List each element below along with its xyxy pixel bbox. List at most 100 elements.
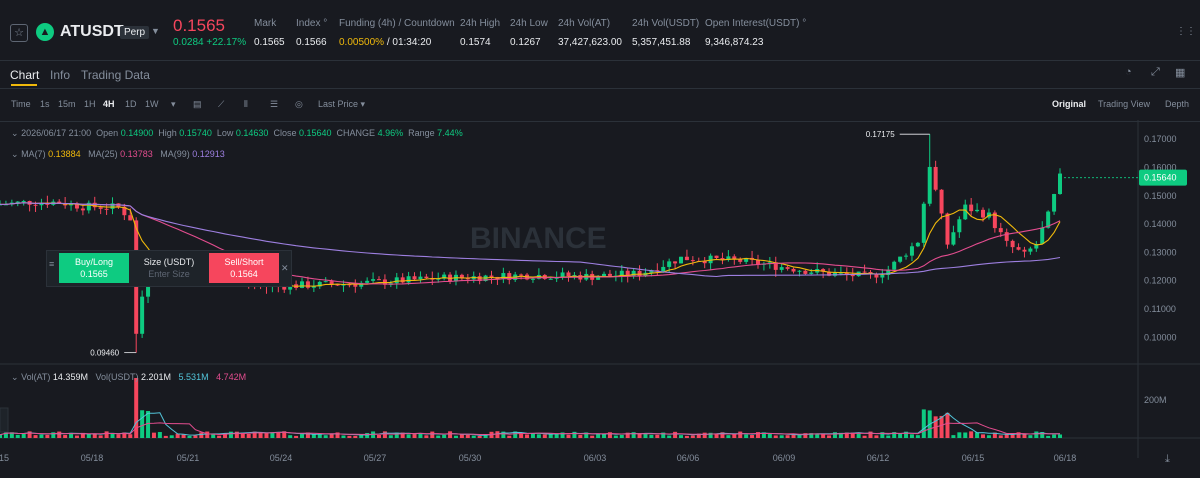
alert-bell-icon[interactable]: ◔	[1125, 66, 1132, 78]
volume-bar	[619, 434, 624, 438]
tab-trading-data[interactable]: Trading Data	[81, 68, 150, 82]
candle-body	[98, 207, 103, 209]
volume-bar	[773, 435, 778, 438]
volume-bar	[246, 434, 251, 438]
volume-bar	[436, 435, 441, 438]
volume-bar	[217, 435, 222, 438]
candle-body	[892, 261, 897, 270]
candle-body	[80, 208, 85, 211]
volume-bar	[548, 434, 553, 438]
view-original[interactable]: Original	[1052, 99, 1086, 109]
ohlc-date: 2026/06/17 21:00	[21, 128, 92, 138]
price-tick-label: 0.15000	[1144, 191, 1177, 201]
candle-body	[418, 276, 423, 280]
stat-mark-label: Mark	[254, 18, 277, 29]
candle-body	[353, 284, 358, 287]
drawing-tools-icon[interactable]: ☰	[270, 99, 278, 110]
interval-1d[interactable]: 1D	[125, 99, 137, 109]
candle-body	[797, 270, 802, 272]
volume-bar	[649, 434, 654, 438]
layout-icon[interactable]: ▦	[1175, 66, 1185, 79]
x-tick-label: 06/12	[867, 453, 890, 463]
sell-short-button[interactable]: Sell/Short 0.1564	[209, 253, 279, 283]
price-type-select[interactable]: Last Price ▾	[318, 99, 365, 110]
interval-1s[interactable]: 1s	[40, 99, 50, 109]
candle-body	[412, 276, 417, 280]
collapse-icon: ⌄	[11, 149, 19, 159]
calendar-icon[interactable]: ▤	[193, 99, 202, 110]
chart-tabs: Chart Info Trading Data ◔ ⤢ ▦	[0, 60, 1200, 88]
candle-body	[365, 280, 370, 283]
buy-long-button[interactable]: Buy/Long 0.1565	[59, 253, 129, 283]
candle-body	[489, 275, 494, 277]
expand-icon[interactable]: ⤢	[1151, 66, 1160, 79]
volume-bar	[228, 431, 233, 438]
volume-bar	[181, 434, 186, 438]
stat-high-label: 24h High	[460, 18, 501, 29]
volume-bar	[157, 432, 162, 438]
view-depth[interactable]: Depth	[1165, 99, 1189, 109]
candle-body	[1010, 240, 1015, 248]
favorite-star-icon[interactable]: ☆	[10, 24, 28, 42]
interval-15m[interactable]: 15m	[58, 99, 76, 109]
volume-bar	[471, 435, 476, 438]
interval-1w[interactable]: 1W	[145, 99, 159, 109]
coin-logo-icon: ▲	[36, 23, 54, 41]
ma25-label: MA(25)	[88, 149, 118, 159]
settings-icon[interactable]: ◎	[295, 99, 303, 110]
stat-low-label: 24h Low	[510, 18, 548, 29]
indicator-icon[interactable]: ⟋	[218, 99, 224, 110]
volume-bar	[418, 433, 423, 438]
interval-4h[interactable]: 4H	[103, 99, 115, 109]
volume-bar	[726, 435, 731, 438]
close-icon[interactable]: ✕	[281, 263, 289, 274]
volume-bar	[998, 435, 1003, 438]
stat-funding-value: 0.00500% / 01:34:20	[339, 37, 432, 48]
volume-bar	[128, 434, 133, 438]
stat-vol-usdt-value: 5,357,451.88	[632, 37, 691, 48]
candle-type-icon[interactable]: ⫴	[244, 99, 248, 110]
price-change: 0.0284 +22.17%	[173, 37, 247, 48]
ticker-header: ☆ ▲ ATUSDT Perp ▼ 0.1565 0.0284 +22.17% …	[0, 0, 1200, 61]
interval-1h[interactable]: 1H	[84, 99, 96, 109]
candle-body	[104, 208, 109, 210]
stat-index-label[interactable]: Index °	[296, 18, 327, 29]
stat-funding-label[interactable]: Funding (4h) / Countdown	[339, 18, 455, 29]
more-stats-icon[interactable]: ⋮⋮	[1176, 26, 1196, 37]
candle-body	[957, 219, 962, 233]
volume-bar	[1010, 434, 1015, 438]
symbol-dropdown-icon[interactable]: ▼	[151, 26, 160, 36]
volume-bar	[596, 433, 601, 438]
candle-body	[1052, 194, 1057, 212]
x-tick-label: 06/18	[1054, 453, 1077, 463]
volume-bar	[744, 434, 749, 438]
stat-oi-label[interactable]: Open Interest(USDT) °	[705, 18, 806, 29]
candle-body	[501, 273, 506, 280]
candle-body	[969, 204, 974, 212]
volume-bar	[797, 435, 802, 438]
candle-body	[667, 261, 672, 267]
volume-bar	[92, 433, 97, 438]
stat-oi-value: 9,346,874.23	[705, 37, 764, 48]
stat-high-value: 0.1574	[460, 37, 491, 48]
volume-bar	[477, 435, 482, 438]
volume-bar	[915, 435, 920, 438]
interval-dropdown-icon[interactable]: ▾	[171, 99, 176, 110]
tab-chart[interactable]: Chart	[10, 68, 39, 82]
drag-handle-icon[interactable]: ≡	[49, 259, 54, 269]
volume-bar	[169, 435, 174, 438]
volume-bar	[957, 432, 962, 438]
tab-info[interactable]: Info	[50, 68, 70, 82]
volume-bar	[874, 435, 879, 438]
candle-body	[708, 255, 713, 264]
volume-bar	[33, 435, 38, 438]
size-input[interactable]: Size (USDT) Enter Size	[133, 253, 205, 283]
x-tick-label: 06/06	[677, 453, 700, 463]
candle-body	[607, 273, 612, 276]
symbol-name[interactable]: ATUSDT	[60, 23, 124, 41]
candle-body	[779, 267, 784, 270]
view-trading-view[interactable]: Trading View	[1098, 99, 1150, 109]
candlestick-chart[interactable]: BINANCE0.170000.160000.150000.140000.130…	[0, 120, 1200, 478]
volume-bar	[613, 435, 618, 438]
volume-bar	[1058, 434, 1062, 438]
